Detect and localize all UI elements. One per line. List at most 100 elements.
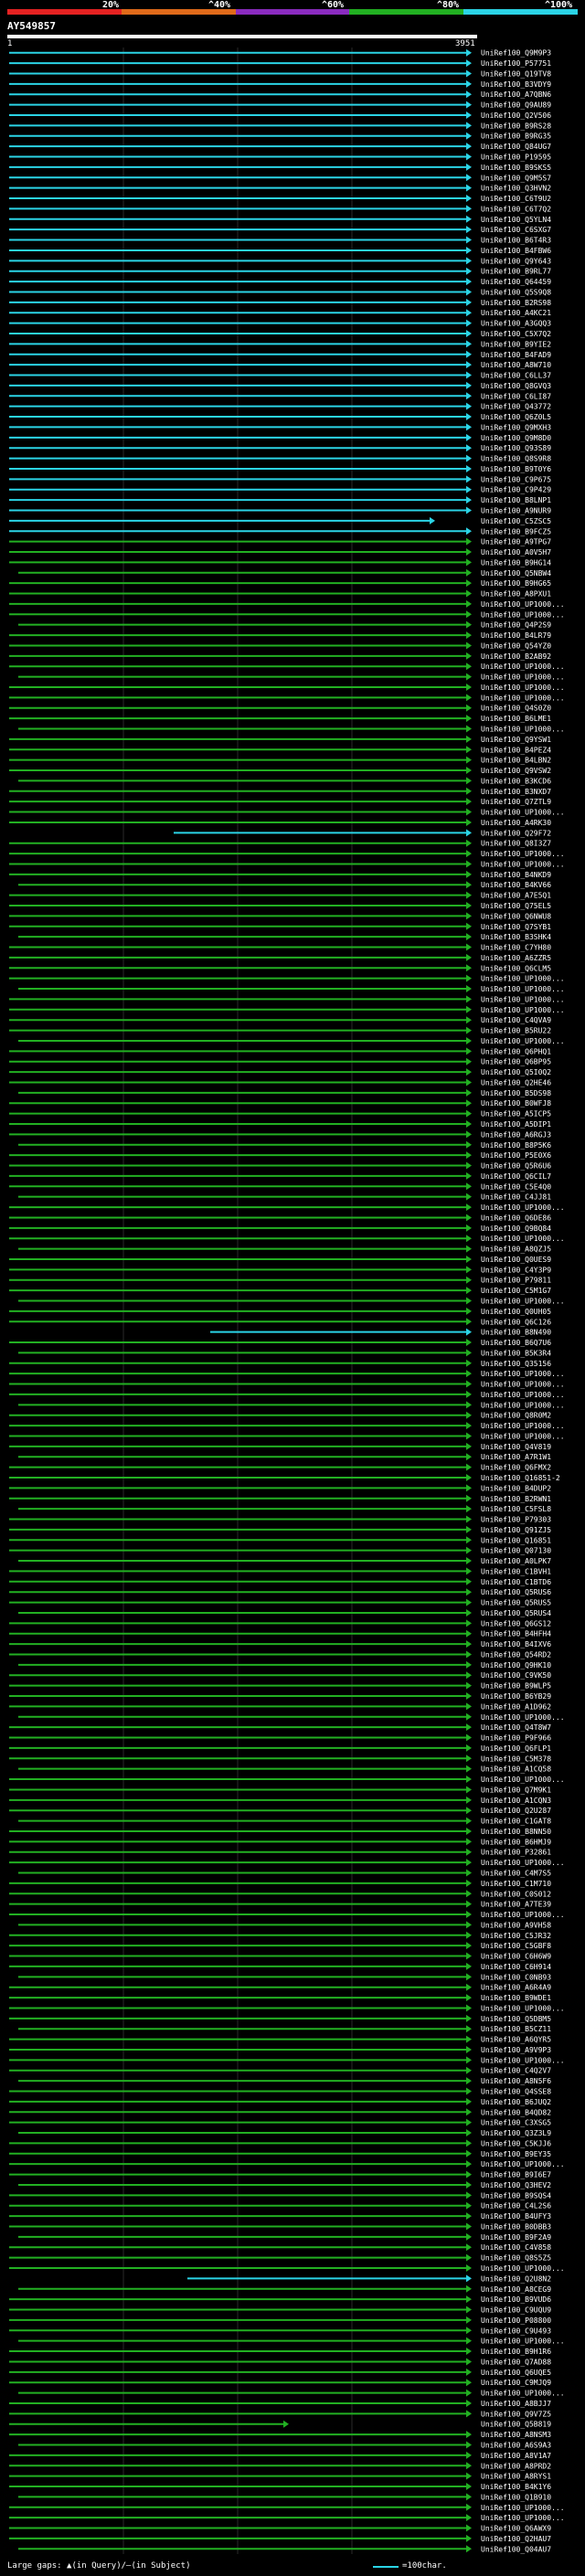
hit-label[interactable]: UniRef100_B4KV66 (481, 881, 551, 889)
hit-label[interactable]: UniRef100_B4K1Y6 (481, 2483, 551, 2491)
hit-label[interactable]: UniRef100_B6HMJ9 (481, 1838, 551, 1846)
hit-label[interactable]: UniRef100_Q9AU89 (481, 101, 551, 110)
hit-label[interactable]: UniRef100_C1BTD6 (481, 1578, 551, 1586)
hit-label[interactable]: UniRef100_Q9YSW1 (481, 736, 551, 744)
hit-label[interactable]: UniRef100_UP1000... (481, 694, 565, 702)
hit-label[interactable]: UniRef100_B9T0Y6 (481, 465, 551, 473)
hit-label[interactable]: UniRef100_C7YH80 (481, 944, 551, 952)
hit-label[interactable]: UniRef100_A0V5H7 (481, 548, 551, 557)
hit-label[interactable]: UniRef100_C5KJJ6 (481, 2139, 551, 2147)
hit-label[interactable]: UniRef100_C1GAT8 (481, 1818, 551, 1826)
hit-label[interactable]: UniRef100_B9RG35 (481, 133, 551, 141)
hit-label[interactable]: UniRef100_B4PEZ4 (481, 746, 551, 754)
hit-label[interactable]: UniRef100_UP1000... (481, 610, 565, 619)
hit-label[interactable]: UniRef100_A1CQN3 (481, 1797, 551, 1805)
hit-label[interactable]: UniRef100_B9H1R6 (481, 2348, 551, 2356)
hit-label[interactable]: UniRef100_A6S9A3 (481, 2441, 551, 2449)
hit-label[interactable]: UniRef100_P08800 (481, 2316, 551, 2325)
hit-label[interactable]: UniRef100_Q5B819 (481, 2421, 551, 2429)
hit-label[interactable]: UniRef100_A6ZZR5 (481, 954, 551, 962)
hit-label[interactable]: UniRef100_Q2HAU7 (481, 2535, 551, 2543)
hit-label[interactable]: UniRef100_Q9VSW2 (481, 767, 551, 775)
hit-label[interactable]: UniRef100_Q2HE46 (481, 1078, 551, 1087)
hit-label[interactable]: UniRef100_B6LME1 (481, 715, 551, 723)
hit-label[interactable]: UniRef100_P79811 (481, 1277, 551, 1285)
hit-label[interactable]: UniRef100_B0WFJ8 (481, 1099, 551, 1108)
hit-label[interactable]: UniRef100_A3GQQ3 (481, 320, 551, 328)
hit-label[interactable]: UniRef100_C6LI87 (481, 392, 551, 400)
hit-label[interactable]: UniRef100_Q16851-2 (481, 1474, 560, 1482)
hit-label[interactable]: UniRef100_UP1000... (481, 1859, 565, 1867)
hit-label[interactable]: UniRef100_B3VDY9 (481, 80, 551, 89)
hit-label[interactable]: UniRef100_Q9HK10 (481, 1661, 551, 1670)
hit-label[interactable]: UniRef100_Q16851 (481, 1536, 551, 1544)
hit-label[interactable]: UniRef100_B9VUD6 (481, 2295, 551, 2304)
hit-label[interactable]: UniRef100_B9F2A9 (481, 2233, 551, 2242)
hit-label[interactable]: UniRef100_B6Q7U6 (481, 1339, 551, 1347)
hit-label[interactable]: UniRef100_B2RS98 (481, 299, 551, 307)
hit-label[interactable]: UniRef100_B5CZ11 (481, 2025, 551, 2033)
hit-label[interactable]: UniRef100_A7E5Q1 (481, 892, 551, 900)
hit-label[interactable]: UniRef100_Q8S5Z5 (481, 2254, 551, 2263)
hit-label[interactable]: UniRef100_C9VK50 (481, 1671, 551, 1680)
hit-label[interactable]: UniRef100_Q9Y643 (481, 257, 551, 265)
hit-label[interactable]: UniRef100_Q7SYB1 (481, 923, 551, 931)
hit-label[interactable]: UniRef100_B4UFY3 (481, 2212, 551, 2221)
hit-label[interactable]: UniRef100_Q8S9R8 (481, 455, 551, 463)
hit-label[interactable]: UniRef100_C6T9U2 (481, 195, 551, 203)
hit-label[interactable]: UniRef100_Q0UES9 (481, 1256, 551, 1264)
hit-label[interactable]: UniRef100_A8V1A7 (481, 2452, 551, 2460)
hit-label[interactable]: UniRef100_A9TPG7 (481, 538, 551, 546)
hit-label[interactable]: UniRef100_C4L2S6 (481, 2202, 551, 2210)
hit-label[interactable]: UniRef100_Q6AWX9 (481, 2525, 551, 2533)
hit-label[interactable]: UniRef100_Q5RUS5 (481, 1599, 551, 1607)
hit-label[interactable]: UniRef100_Q9V7Z5 (481, 2410, 551, 2418)
hit-label[interactable]: UniRef100_C1BVH1 (481, 1567, 551, 1575)
hit-label[interactable]: UniRef100_Q6GS12 (481, 1619, 551, 1627)
hit-label[interactable]: UniRef100_Q5S9Q8 (481, 288, 551, 296)
hit-label[interactable]: UniRef100_UP1000... (481, 1911, 565, 1919)
hit-label[interactable]: UniRef100_Q7ZTL9 (481, 798, 551, 806)
hit-label[interactable]: UniRef100_B4FAD9 (481, 351, 551, 359)
hit-label[interactable]: UniRef100_Q8GVQ3 (481, 382, 551, 390)
hit-label[interactable]: UniRef100_B6JUQ2 (481, 2098, 551, 2106)
hit-label[interactable]: UniRef100_C9P675 (481, 475, 551, 483)
hit-label[interactable]: UniRef100_Q5DBM5 (481, 2015, 551, 2023)
hit-label[interactable]: UniRef100_C6H6W9 (481, 1953, 551, 1961)
hit-label[interactable]: UniRef100_C5JR32 (481, 1932, 551, 1940)
hit-label[interactable]: UniRef100_B5DS98 (481, 1089, 551, 1097)
hit-label[interactable]: UniRef100_B6T4R3 (481, 237, 551, 245)
hit-label[interactable]: UniRef100_A5DIP1 (481, 1120, 551, 1129)
hit-label[interactable]: UniRef100_A4KC21 (481, 309, 551, 317)
hit-label[interactable]: UniRef100_B9WLP5 (481, 1682, 551, 1691)
hit-label[interactable]: UniRef100_Q9MXH3 (481, 423, 551, 431)
hit-label[interactable]: UniRef100_Q35156 (481, 1360, 551, 1368)
hit-label[interactable]: UniRef100_Q84UG7 (481, 143, 551, 151)
hit-label[interactable]: UniRef100_UP1000... (481, 1298, 565, 1306)
hit-label[interactable]: UniRef100_Q3HVN2 (481, 185, 551, 193)
hit-label[interactable]: UniRef100_Q6BP95 (481, 1058, 551, 1066)
hit-label[interactable]: UniRef100_A4RK30 (481, 819, 551, 827)
hit-label[interactable]: UniRef100_B3SHK4 (481, 933, 551, 941)
hit-label[interactable]: UniRef100_C1M710 (481, 1880, 551, 1888)
hit-label[interactable]: UniRef100_P32861 (481, 1849, 551, 1857)
hit-label[interactable]: UniRef100_Q5R6U6 (481, 1162, 551, 1171)
hit-label[interactable]: UniRef100_Q5RUS6 (481, 1588, 551, 1596)
hit-label[interactable]: UniRef100_A7R1W1 (481, 1453, 551, 1461)
hit-label[interactable]: UniRef100_Q5YLN4 (481, 216, 551, 224)
hit-label[interactable]: UniRef100_C3XSG5 (481, 2119, 551, 2127)
hit-label[interactable]: UniRef100_A0LPK7 (481, 1557, 551, 1565)
hit-label[interactable]: UniRef100_P79303 (481, 1516, 551, 1524)
hit-label[interactable]: UniRef100_B9RS28 (481, 122, 551, 130)
hit-label[interactable]: UniRef100_UP1000... (481, 2004, 565, 2012)
hit-label[interactable]: UniRef100_UP1000... (481, 860, 565, 868)
hit-label[interactable]: UniRef100_Q04AU7 (481, 2545, 551, 2553)
hit-label[interactable]: UniRef100_UP1000... (481, 600, 565, 609)
hit-label[interactable]: UniRef100_A6RGJ3 (481, 1130, 551, 1139)
hit-label[interactable]: UniRef100_P9F966 (481, 1734, 551, 1743)
hit-label[interactable]: UniRef100_UP1000... (481, 2264, 565, 2273)
hit-label[interactable]: UniRef100_UP1000... (481, 1776, 565, 1784)
hit-label[interactable]: UniRef100_A9V9P3 (481, 2046, 551, 2054)
hit-label[interactable]: UniRef100_Q75EL5 (481, 902, 551, 910)
hit-label[interactable]: UniRef100_C9UQU9 (481, 2306, 551, 2315)
